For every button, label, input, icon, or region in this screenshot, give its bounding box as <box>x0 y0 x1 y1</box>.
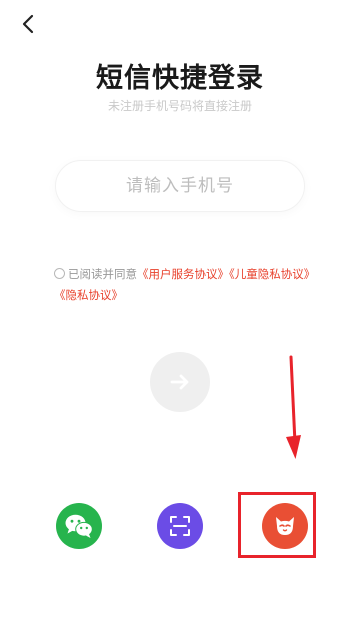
chevron-left-icon <box>22 14 34 34</box>
agree-radio[interactable] <box>54 268 65 279</box>
child-privacy-link[interactable]: 《儿童隐私协议》 <box>229 267 315 281</box>
back-button[interactable] <box>14 10 42 38</box>
wechat-login-button[interactable] <box>56 503 102 549</box>
annotation-arrow-icon <box>286 355 301 459</box>
annotation-highlight-box <box>238 492 316 558</box>
next-button[interactable] <box>150 352 210 412</box>
arrow-right-icon <box>170 374 189 390</box>
privacy-link[interactable]: 《隐私协议》 <box>54 288 123 302</box>
scan-icon <box>170 516 190 536</box>
wechat-icon <box>65 514 93 538</box>
scan-login-button[interactable] <box>157 503 203 549</box>
agreement-text: 已阅读并同意《用户服务协议》《儿童隐私协议》《隐私协议》 <box>54 264 324 306</box>
agreement-prefix: 已阅读并同意 <box>68 267 137 281</box>
user-service-link[interactable]: 《用户服务协议》 <box>137 267 229 281</box>
page-title: 短信快捷登录 <box>96 63 264 94</box>
page-subtitle: 未注册手机号码将直接注册 <box>107 99 252 113</box>
phone-input[interactable] <box>55 160 305 212</box>
